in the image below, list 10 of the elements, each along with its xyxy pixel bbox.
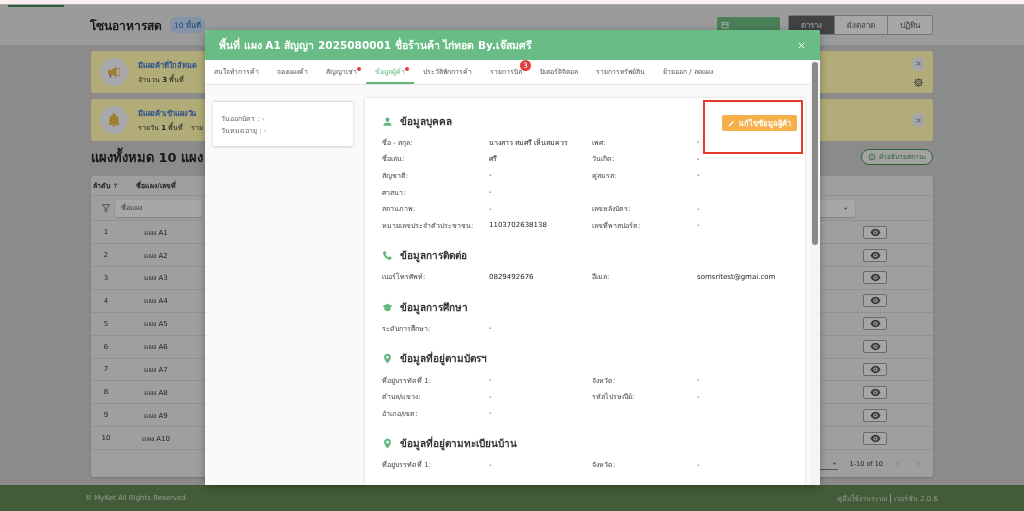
view-tab[interactable]: ผังตลาด [834,16,887,34]
section-title: ข้อมูลที่อยู่ตามทะเบียนบ้าน [400,436,517,452]
page-title: โซนอาหารสด [90,17,162,35]
modal-title: พื้นที่ แผง A1 สัญญา 2025080001 ชื่อร้านค้า ไก่ทอด By.เจ๊สมศรี [219,36,532,54]
section-title: ข้อมูลการติดต่อ [400,249,467,264]
section-title: ข้อมูลที่อยู่ตามบัตรฯ [400,351,487,367]
section-title: ข้อมูลการศึกษา [400,300,468,315]
section-heading: แผงทั้งหมด 10 แผง [91,146,204,167]
view-tab[interactable]: ปฏิทิน [887,16,932,34]
section-title: ข้อมูลบุคคล [400,114,452,129]
